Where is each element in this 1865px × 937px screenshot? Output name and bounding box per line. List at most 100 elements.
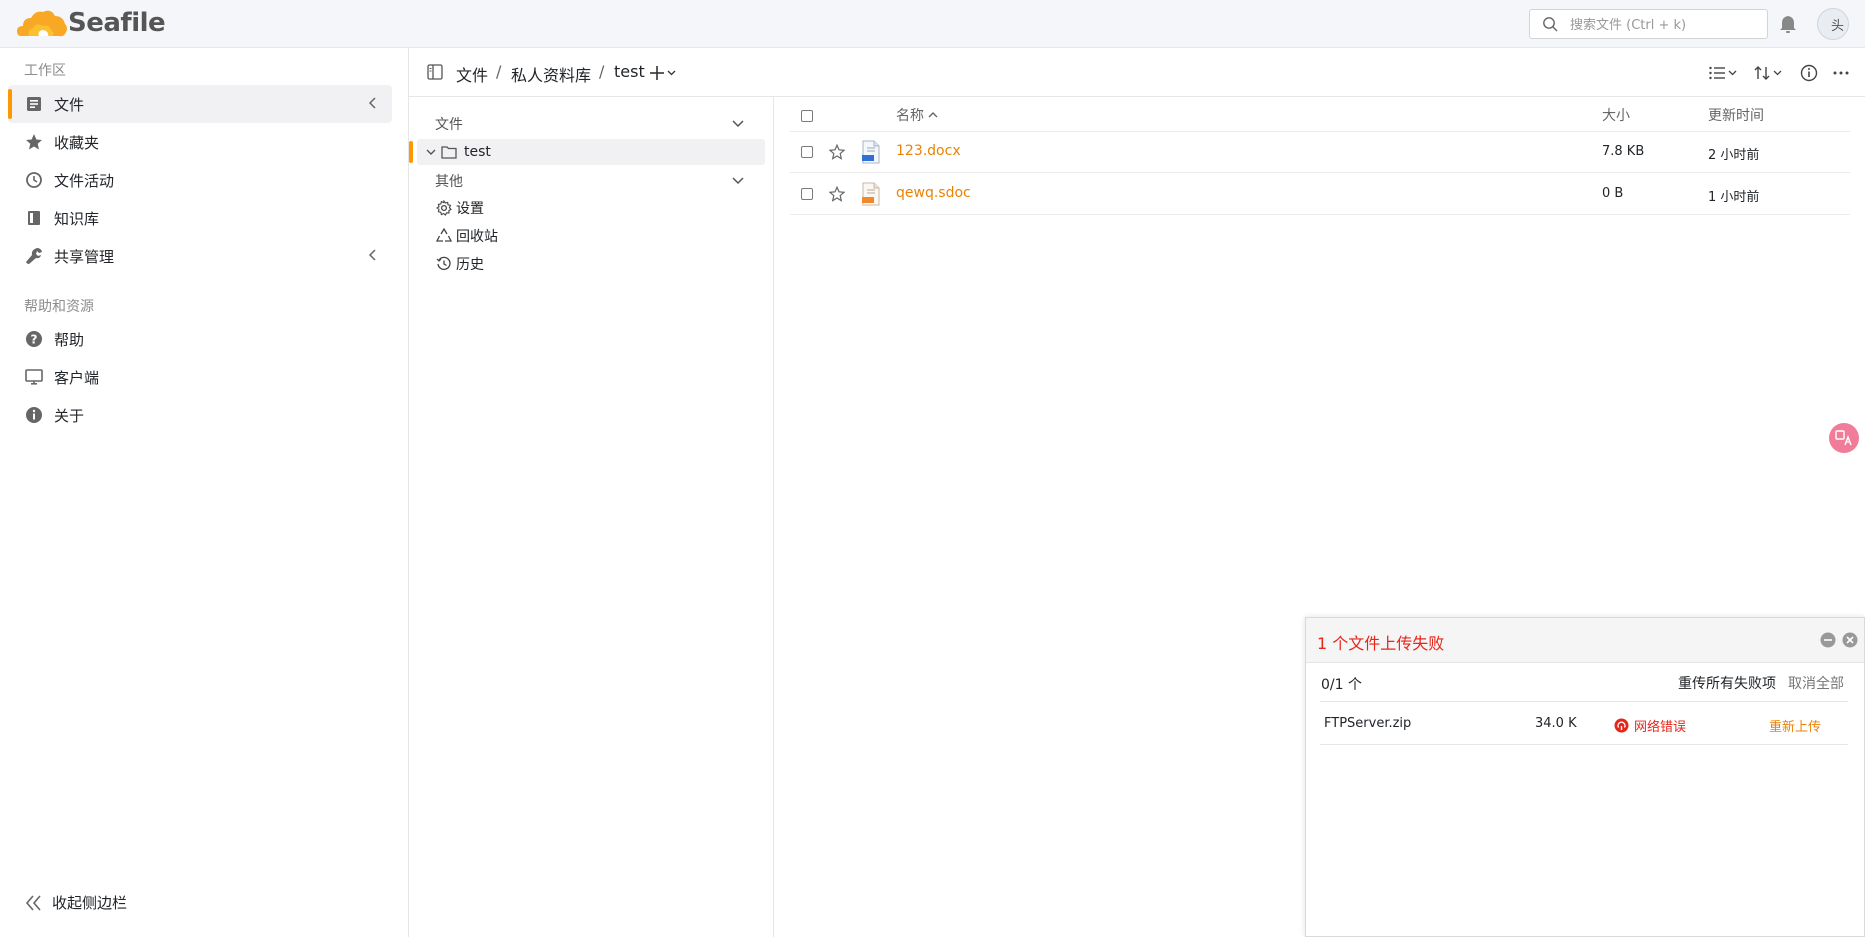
tree-item-history[interactable]: 历史 (436, 254, 484, 274)
close-icon[interactable] (1842, 632, 1858, 648)
chevron-down-icon[interactable] (425, 146, 437, 158)
sort-icon (1754, 66, 1782, 80)
column-header-label: 名称 (896, 108, 924, 124)
wrench-icon (24, 246, 44, 266)
search-input[interactable] (1568, 14, 1762, 36)
avatar-alt-text: 头 (1831, 19, 1845, 34)
sidebar-item-about[interactable]: 关于 (8, 396, 392, 434)
folder-icon (441, 146, 457, 159)
tree-item-label: 设置 (456, 201, 484, 217)
double-chevron-left-icon (25, 894, 41, 911)
history-icon (436, 256, 451, 270)
info-button[interactable] (1798, 62, 1820, 84)
path-toolbar: 文件 / 私人资料库 / test (409, 48, 1865, 97)
select-all-checkbox[interactable] (801, 110, 813, 122)
more-horizontal-icon (1833, 71, 1849, 75)
sidebar-item-label: 收藏夹 (54, 133, 100, 152)
table-row[interactable]: 123.docx 7.8 KB 2 小时前 (790, 132, 1850, 173)
app-name: Seafile (68, 8, 166, 38)
chevron-left-icon[interactable] (366, 96, 380, 110)
docx-file-icon (862, 140, 880, 164)
column-header-name[interactable]: 名称 (896, 105, 939, 125)
breadcrumb-current: test (614, 62, 645, 81)
tree-files-heading: 文件 (435, 117, 463, 133)
sort-dropdown[interactable] (1754, 62, 1786, 84)
tree-item-settings[interactable]: 设置 (436, 198, 484, 218)
sidebar-item-favorites[interactable]: 收藏夹 (8, 123, 392, 161)
divider (1320, 701, 1848, 702)
sidebar-item-clients[interactable]: 客户端 (8, 358, 392, 396)
retry-upload-button[interactable]: 重新上传 (1769, 716, 1821, 735)
tree-folder-label: test (464, 144, 491, 160)
file-mtime: 2 小时前 (1708, 148, 1760, 163)
info-outline-icon (1800, 64, 1818, 82)
row-checkbox[interactable] (801, 146, 813, 158)
sidebar-item-label: 文件 (54, 95, 85, 114)
upload-file-name: FTPServer.zip (1324, 716, 1412, 731)
file-name-link[interactable]: qewq.sdoc (896, 185, 971, 201)
tree-other-heading: 其他 (435, 174, 463, 190)
sidebar-item-label: 文件活动 (54, 171, 115, 190)
chevron-down-icon[interactable] (731, 173, 745, 187)
selection-indicator (409, 141, 413, 163)
upload-status-error: 网络错误 (1634, 720, 1687, 735)
sidebar-item-files[interactable]: 文件 (8, 85, 392, 123)
file-name-link[interactable]: 123.docx (896, 143, 961, 159)
upload-count: 0/1 个 (1321, 677, 1362, 693)
avatar[interactable]: 头 (1817, 8, 1849, 40)
translate-float-button[interactable] (1829, 423, 1859, 453)
retry-all-failed-button[interactable]: 重传所有失败项 (1678, 673, 1776, 693)
svg-text:?: ? (31, 333, 38, 347)
more-button[interactable] (1830, 62, 1852, 84)
list-view-icon (1709, 66, 1737, 80)
search-icon (1543, 17, 1558, 32)
top-header: Seafile 头 (0, 0, 1865, 48)
clock-icon (24, 170, 44, 190)
book-icon (24, 208, 44, 228)
view-mode-dropdown[interactable] (1708, 62, 1740, 84)
seafile-logo-icon[interactable] (15, 6, 69, 42)
error-icon (1614, 718, 1629, 733)
column-header-mtime[interactable]: 更新时间 (1708, 105, 1764, 125)
sidebar-toggle-icon[interactable] (427, 64, 443, 80)
breadcrumb-item[interactable]: 文件 (456, 62, 488, 86)
cancel-all-button[interactable]: 取消全部 (1788, 673, 1844, 693)
tree-node-selected[interactable]: test (409, 139, 765, 165)
collapse-sidebar-label: 收起侧边栏 (52, 894, 128, 912)
upload-dialog-title: 1 个文件上传失败 (1317, 634, 1445, 653)
recycle-icon (436, 228, 452, 242)
tree-item-trash[interactable]: 回收站 (436, 226, 498, 246)
sidebar-item-share-admin[interactable]: 共享管理 (8, 237, 392, 275)
breadcrumb-separator: / (599, 62, 605, 81)
row-checkbox[interactable] (801, 188, 813, 200)
upload-file-size: 34.0 K (1535, 716, 1577, 731)
tree-item-label: 历史 (456, 257, 484, 273)
star-outline-icon[interactable] (829, 186, 845, 202)
sidebar-item-activities[interactable]: 文件活动 (8, 161, 392, 199)
workspace-heading: 工作区 (24, 63, 66, 79)
chevron-left-icon[interactable] (366, 248, 380, 262)
sort-ascending-icon (928, 112, 938, 118)
breadcrumb-item[interactable]: 私人资料库 (511, 62, 591, 86)
file-doc-icon (24, 94, 44, 114)
plus-icon (650, 66, 676, 80)
dir-tree-panel: 文件 test 其他 设置 回收站 历史 (409, 97, 774, 937)
sidebar-item-label: 帮助 (54, 330, 85, 349)
new-item-dropdown[interactable] (649, 62, 679, 84)
sidebar-item-help[interactable]: ? 帮助 (8, 320, 392, 358)
upload-dialog-header: 1 个文件上传失败 (1306, 618, 1864, 663)
sidebar-item-wiki[interactable]: 知识库 (8, 199, 392, 237)
star-icon (24, 132, 44, 152)
help-heading: 帮助和资源 (24, 299, 94, 315)
sidebar-item-label: 关于 (54, 406, 85, 425)
star-outline-icon[interactable] (829, 144, 845, 160)
translate-icon (1835, 430, 1852, 446)
table-row[interactable]: qewq.sdoc 0 B 1 小时前 (790, 174, 1850, 215)
bell-icon[interactable] (1779, 14, 1797, 34)
chevron-down-icon[interactable] (731, 116, 745, 130)
collapse-sidebar-button[interactable]: 收起侧边栏 (24, 892, 127, 913)
search-box[interactable] (1529, 9, 1768, 39)
column-header-size[interactable]: 大小 (1602, 105, 1630, 125)
minimize-icon[interactable] (1820, 632, 1836, 648)
upload-progress-dialog: 1 个文件上传失败 0/1 个 重传所有失败项 取消全部 FTPServer.z… (1305, 617, 1865, 937)
